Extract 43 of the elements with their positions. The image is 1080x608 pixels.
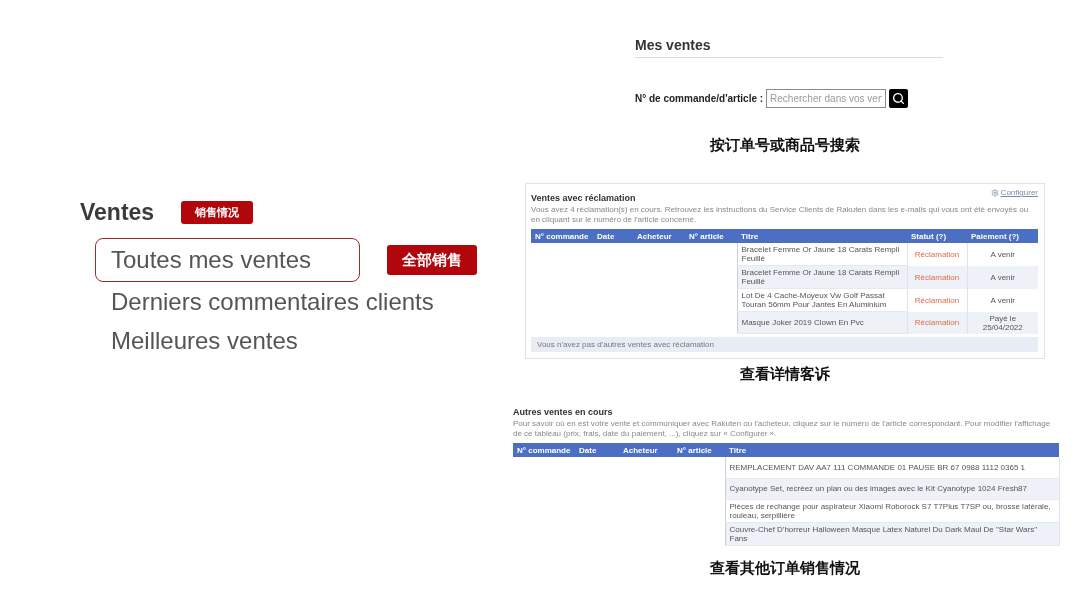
column-header: Date	[575, 443, 619, 457]
search-button[interactable]	[889, 89, 909, 108]
field-label: N° de commande/d'article :	[635, 93, 764, 104]
column-header: N° article	[673, 443, 725, 457]
table-cell: Masque Joker 2019 Clown En Pvc	[737, 311, 907, 334]
column-header: Paiement (?)	[967, 229, 1038, 243]
column-header: Statut (?)	[907, 229, 967, 243]
table-cell: Bracelet Femme Or Jaune 18 Carats Rempli Feuillé	[737, 265, 907, 289]
table-cell: Pièces de rechange pour aspirateur Xiaomi Roborock S7 T7Plus T7SP ou, brosse latérale, rouleau, serpillière	[725, 499, 1059, 522]
column-header: Date	[593, 229, 633, 243]
table-cell: A venir	[967, 243, 1038, 266]
column-header: Acheteur	[619, 443, 673, 457]
panel-title: Autres ventes en cours	[513, 407, 614, 417]
panel-description: Pour savoir où en est votre vente et communiquer avec Rakuten ou l'acheteur, cliquez sur le numéro de l'article correspondant. Pour modifier l'affichage de ce tableau (prix, frais, date du paiement, ...), cliquez sur « Configurer ».	[513, 419, 1052, 439]
callout-tag: 全部销售	[387, 245, 477, 275]
menu-item[interactable]: Derniers commentaires clients	[95, 282, 450, 321]
menu-item[interactable]: Meilleures ventes	[95, 321, 360, 360]
column-header: N° article	[685, 229, 737, 243]
caption-text: 查看其他订单销售情况	[709, 558, 861, 578]
table-cell: Cyanotype Set, recréez un plan ou des images avec le Kit Cyanotype 1024 Fresh87	[725, 478, 1059, 499]
menu-item[interactable]: Toutes mes ventes	[95, 238, 360, 282]
search-icon	[892, 92, 906, 105]
caption-text: 按订单号或商品号搜索	[709, 136, 861, 155]
table-cell: REMPLACEMENT DAV AA7 111 COMMANDE 01 PAUSE BR 67 0988 1112 0365 1	[725, 457, 1059, 478]
callout-tag: 销售情况	[181, 201, 254, 224]
gear-icon	[990, 188, 999, 197]
column-header: N° commande	[531, 229, 593, 243]
configure-link[interactable]: Configurer	[990, 188, 1038, 197]
column-header: Titre	[737, 229, 907, 243]
table-cell: Couvre-Chef D'horreur Halloween Masque Latex Naturel Du Dark Maul De "Star Wars" Fans	[725, 522, 1059, 545]
table-footer: Vous n'avez pas d'autres ventes avec réclamation	[531, 337, 1038, 352]
caption-text: 查看详情客诉	[739, 365, 831, 384]
column-header: Acheteur	[633, 229, 685, 243]
table-cell: Lot De 4 Cache-Moyeux Vw Golf Passat Touran 56mm Pour Jantes En Aluminium	[737, 288, 907, 312]
table-cell: Réclamation	[907, 243, 967, 266]
table-cell: Bracelet Femme Or Jaune 18 Carats Rempli Feuillé	[737, 243, 907, 266]
section-title: Mes ventes	[635, 37, 943, 58]
panel-description: Vous avez 4 réclamation(s) en cours. Retrouvez les instructions du Service Clients de Rakuten dans les e-mails qui vous ont été envoyés ou en cliquant sur le numéro de l'article concerné.	[531, 205, 1030, 225]
column-header: N° commande	[513, 443, 575, 457]
search-field[interactable]: Rechercher dans vos ven	[766, 89, 887, 108]
section-heading: Ventes	[80, 199, 155, 226]
panel-title: Ventes avec réclamation	[531, 193, 636, 203]
column-header: Titre	[725, 443, 1059, 457]
